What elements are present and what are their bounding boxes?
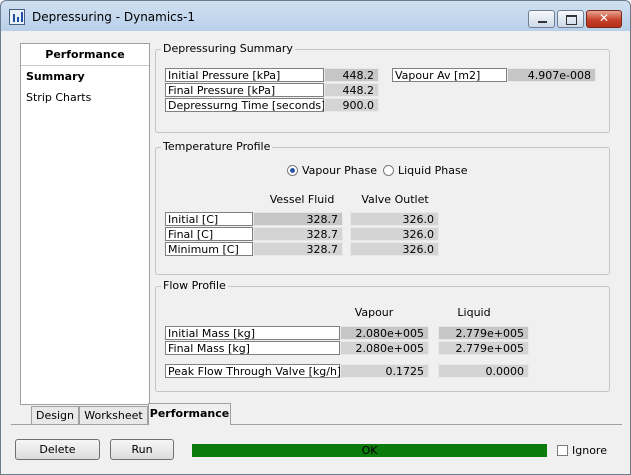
- valve-outlet-header: Valve Outlet: [361, 193, 429, 206]
- final-pressure-label: Final Pressure [kPa]: [165, 83, 324, 97]
- liquid-phase-label: Liquid Phase: [398, 164, 468, 177]
- vapour-av-value[interactable]: 4.907e-008: [507, 68, 596, 82]
- run-button[interactable]: Run: [110, 439, 174, 460]
- delete-button[interactable]: Delete: [15, 439, 100, 460]
- title-bar[interactable]: Depressuring - Dynamics-1 ✕: [1, 1, 630, 31]
- vapour-phase-label: Vapour Phase: [302, 164, 377, 177]
- final-mass-liquid[interactable]: 2.779e+005: [438, 341, 529, 355]
- final-pressure-value[interactable]: 448.2: [324, 83, 379, 97]
- initial-pressure-value[interactable]: 448.2: [324, 68, 379, 82]
- ignore-label: Ignore: [572, 444, 607, 457]
- vessel-fluid-header: Vessel Fluid: [269, 193, 335, 206]
- initial-mass-vapour[interactable]: 2.080e+005: [340, 326, 429, 340]
- checkbox-icon: [557, 445, 568, 456]
- temp-initial-valve[interactable]: 326.0: [350, 212, 439, 226]
- temp-final-valve[interactable]: 326.0: [350, 227, 439, 241]
- vapour-av-label: Vapour Av [m2]: [392, 68, 507, 82]
- depressuring-summary-title: Depressuring Summary: [161, 42, 295, 55]
- window: Depressuring - Dynamics-1 ✕ Performance …: [0, 0, 631, 475]
- radio-unselected-icon: [383, 165, 394, 176]
- temp-initial-vessel[interactable]: 328.7: [253, 212, 343, 226]
- close-button[interactable]: ✕: [586, 10, 622, 28]
- nav-item-strip-charts[interactable]: Strip Charts: [21, 87, 149, 108]
- minimize-button[interactable]: [528, 10, 555, 28]
- initial-mass-label: Initial Mass [kg]: [165, 326, 340, 340]
- temp-final-label: Final [C]: [165, 227, 253, 241]
- flow-profile-title: Flow Profile: [161, 279, 228, 292]
- tab-worksheet[interactable]: Worksheet: [79, 406, 148, 424]
- depressuring-time-label: Depressurng Time [seconds]: [165, 98, 325, 112]
- nav-item-summary[interactable]: Summary: [21, 66, 149, 87]
- window-title: Depressuring - Dynamics-1: [32, 10, 195, 24]
- final-mass-label: Final Mass [kg]: [165, 341, 340, 355]
- liquid-phase-radio[interactable]: Liquid Phase: [383, 164, 468, 177]
- peak-flow-liquid[interactable]: 0.0000: [438, 364, 529, 378]
- tab-performance[interactable]: Performance: [148, 403, 231, 425]
- temp-minimum-vessel[interactable]: 328.7: [253, 242, 343, 256]
- nav-panel: Performance Summary Strip Charts: [20, 43, 150, 405]
- ignore-checkbox[interactable]: Ignore: [557, 444, 607, 457]
- temp-minimum-valve[interactable]: 326.0: [350, 242, 439, 256]
- depressuring-time-value[interactable]: 900.0: [324, 98, 379, 112]
- client-area: Performance Summary Strip Charts Depress…: [9, 31, 622, 466]
- close-icon: ✕: [598, 11, 610, 25]
- maximize-button[interactable]: [557, 10, 584, 28]
- vapour-phase-radio[interactable]: Vapour Phase: [287, 164, 377, 177]
- tab-strip: Design Worksheet Performance: [11, 403, 622, 425]
- initial-mass-liquid[interactable]: 2.779e+005: [438, 326, 529, 340]
- peak-flow-vapour[interactable]: 0.1725: [340, 364, 429, 378]
- liquid-header: Liquid: [457, 306, 491, 319]
- radio-selected-icon: [287, 165, 298, 176]
- vapour-header: Vapour: [354, 306, 394, 319]
- nav-title: Performance: [21, 48, 149, 66]
- final-mass-vapour[interactable]: 2.080e+005: [340, 341, 429, 355]
- temp-initial-label: Initial [C]: [165, 212, 253, 226]
- tab-design[interactable]: Design: [31, 406, 79, 424]
- initial-pressure-label: Initial Pressure [kPa]: [165, 68, 324, 82]
- status-bar: OK: [192, 444, 547, 457]
- peak-flow-label: Peak Flow Through Valve [kg/h]: [165, 364, 341, 378]
- temp-final-vessel[interactable]: 328.7: [253, 227, 343, 241]
- temp-minimum-label: Minimum [C]: [165, 242, 253, 256]
- app-icon[interactable]: [9, 9, 25, 25]
- temperature-profile-title: Temperature Profile: [161, 140, 273, 153]
